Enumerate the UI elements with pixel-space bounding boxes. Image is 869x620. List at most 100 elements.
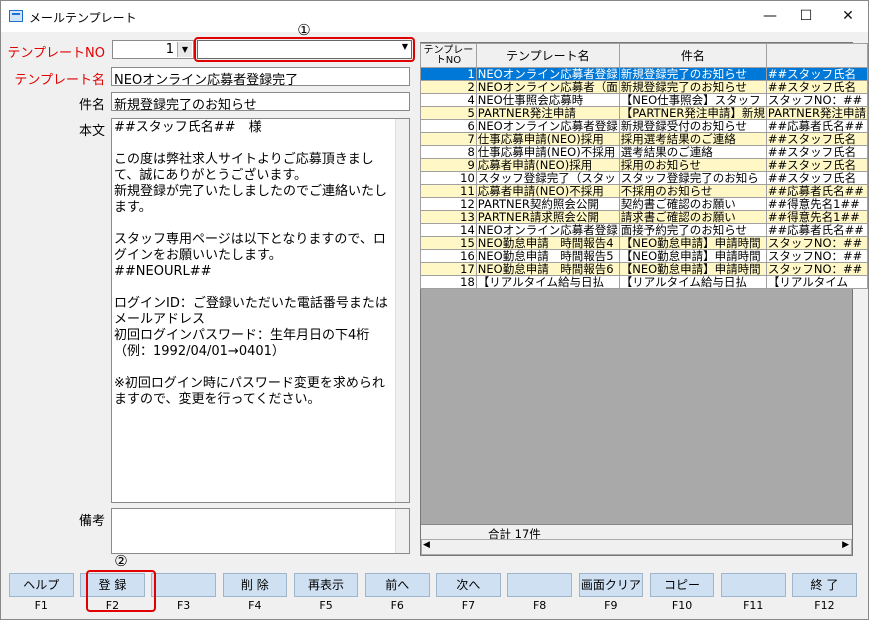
- table-cell: ##スタッフ氏名: [765, 67, 869, 81]
- table-cell: 【NEO仕事照会】スタッフ: [618, 93, 767, 107]
- fkey-label: F10: [671, 599, 693, 612]
- fkey-button-f12[interactable]: 終 了: [792, 573, 857, 597]
- body-scrollbar[interactable]: [395, 119, 409, 502]
- grid-hscrollbar[interactable]: ◀ ▶: [421, 539, 852, 555]
- table-cell: 7: [420, 132, 477, 146]
- close-button[interactable]: ✕: [831, 5, 865, 27]
- table-row[interactable]: 14 NEOオンライン応募者登録 面接予約完了のお知らせ ##応募者氏名##: [420, 223, 869, 237]
- table-cell: 新規登録完了のお知らせ: [618, 67, 767, 81]
- table-cell: 採用のお知らせ: [618, 158, 767, 172]
- table-cell: ##スタッフ氏名: [765, 132, 869, 146]
- col-header-template-no[interactable]: テンプレートNO: [420, 43, 477, 68]
- fkey-button-f10[interactable]: コピー: [649, 573, 715, 597]
- fkey-button-f5[interactable]: 再表示: [293, 573, 359, 597]
- table-cell: 15: [420, 236, 477, 250]
- table-row[interactable]: 2 NEOオンライン応募者（面 新規登録完了のお知らせ ##スタッフ氏名: [420, 80, 869, 94]
- table-cell: ##スタッフ氏名: [765, 80, 869, 94]
- template-table: テンプレートNO テンプレート名 件名 1 NEOオンライン応募者登録 新規登録完了…: [420, 43, 869, 289]
- fkey-label: F6: [390, 599, 404, 612]
- table-row[interactable]: 16 NEO勤怠申請 時間報告5 【NEO勤怠申請】申請時間 スタッフNO：##: [420, 249, 869, 263]
- note-textarea[interactable]: [111, 508, 410, 554]
- table-cell: 9: [420, 158, 477, 172]
- fkey-button-f8[interactable]: [507, 573, 572, 597]
- mail-template-window: メールテンプレート — ☐ ✕ ① テンプレートNO 1 ▼ ▼ テンプレート名…: [0, 0, 869, 620]
- table-cell: 10: [420, 171, 477, 185]
- chevron-down-icon[interactable]: ▼: [177, 42, 192, 57]
- table-cell: 1: [420, 67, 477, 81]
- table-row[interactable]: 6 NEOオンライン応募者登録 新規登録受付のお知らせ ##応募者氏名##: [420, 119, 869, 133]
- table-cell: 【NEO勤怠申請】申請時間: [618, 262, 767, 276]
- table-cell: 【リアルタイム給与日払: [475, 275, 620, 289]
- annotation-2: ②: [114, 552, 128, 570]
- note-scrollbar[interactable]: [395, 509, 409, 553]
- table-row[interactable]: 5 PARTNER発注申請 【PARTNER発注申請】新規 PARTNER発注申請: [420, 106, 869, 120]
- minimize-button[interactable]: —: [753, 5, 787, 27]
- maximize-button[interactable]: ☐: [789, 5, 823, 27]
- fkey-button-f3[interactable]: [151, 573, 216, 597]
- table-row[interactable]: 17 NEO勤怠申請 時間報告6 【NEO勤怠申請】申請時間 スタッフNO：##: [420, 262, 869, 276]
- table-cell: 採用選考結果のご連絡: [618, 132, 767, 146]
- table-cell: NEO勤怠申請 時間報告6: [475, 262, 620, 276]
- table-cell: ##応募者氏名##: [765, 223, 869, 237]
- scroll-left-icon[interactable]: ◀: [423, 540, 430, 550]
- table-row[interactable]: 12 PARTNER契約照会公開 契約書ご確認のお願い ##得意先名1##: [420, 197, 869, 211]
- table-cell: 18: [420, 275, 477, 289]
- table-cell: 新規登録受付のお知らせ: [618, 119, 767, 133]
- fkey-label: F12: [814, 599, 835, 612]
- table-row[interactable]: 18 【リアルタイム給与日払 【リアルタイム給与日払 【リアルタイム: [420, 275, 869, 289]
- table-cell: NEO勤怠申請 時間報告5: [475, 249, 620, 263]
- table-cell: 仕事応募申請(NEO)不採用: [475, 145, 620, 159]
- table-cell: ##スタッフ氏名: [765, 171, 869, 185]
- table-row[interactable]: 13 PARTNER請求照会公開 請求書ご確認のお願い ##得意先名1##: [420, 210, 869, 224]
- fkey-button-f1[interactable]: ヘルプ: [9, 573, 74, 597]
- subject-input[interactable]: 新規登録完了のお知らせ: [111, 92, 410, 111]
- table-cell: 応募者申請(NEO)不採用: [475, 184, 620, 198]
- scroll-right-icon[interactable]: ▶: [842, 540, 849, 550]
- fkey-button-f6[interactable]: 前へ: [365, 573, 430, 597]
- table-cell: 2: [420, 80, 477, 94]
- table-cell: 【NEO勤怠申請】申請時間: [618, 236, 767, 250]
- template-name-input[interactable]: NEOオンライン応募者登録完了: [111, 67, 410, 86]
- grid-total-row: 合計 17件: [421, 524, 852, 541]
- fkey-button-f4[interactable]: 削 除: [222, 573, 288, 597]
- col-header-subject[interactable]: 件名: [618, 43, 767, 68]
- fkey-label: F8: [532, 599, 547, 612]
- table-cell: ##応募者氏名##: [765, 184, 869, 198]
- col-header-extra[interactable]: [765, 43, 869, 68]
- table-cell: 不採用のお知らせ: [618, 184, 767, 198]
- form-area: ① テンプレートNO 1 ▼ ▼ テンプレート名 NEOオンライン応募者登録完了…: [1, 21, 869, 569]
- table-cell: 新規登録完了のお知らせ: [618, 80, 767, 94]
- table-cell: NEOオンライン応募者登録: [475, 223, 620, 237]
- template-no-select[interactable]: 1 ▼: [112, 40, 194, 59]
- table-cell: 面接予約完了のお知らせ: [618, 223, 767, 237]
- table-row[interactable]: 4 NEO仕事照会応募時 【NEO仕事照会】スタッフ スタッフNO：##: [420, 93, 869, 107]
- fkey-button-f7[interactable]: 次へ: [436, 573, 501, 597]
- table-row[interactable]: 8 仕事応募申請(NEO)不採用 選考結果のご連絡 ##スタッフ氏名: [420, 145, 869, 159]
- table-cell: 11: [420, 184, 477, 198]
- fkey-label: F9: [604, 599, 618, 612]
- table-row[interactable]: 15 NEO勤怠申請 時間報告4 【NEO勤怠申請】申請時間 スタッフNO：##: [420, 236, 869, 250]
- table-row[interactable]: 11 応募者申請(NEO)不採用 不採用のお知らせ ##応募者氏名##: [420, 184, 869, 198]
- table-cell: 応募者申請(NEO)採用: [475, 158, 620, 172]
- fkey-label: F1: [34, 599, 48, 612]
- table-cell: 【リアルタイム給与日払: [618, 275, 767, 289]
- col-header-template-name[interactable]: テンプレート名: [475, 43, 620, 68]
- table-row[interactable]: 10 スタッフ登録完了（スタッ スタッフ登録完了のお知ら ##スタッフ氏名: [420, 171, 869, 185]
- table-row[interactable]: 9 応募者申請(NEO)採用 採用のお知らせ ##スタッフ氏名: [420, 158, 869, 172]
- table-cell: スタッフNO：##: [765, 262, 869, 276]
- subject-label: 件名: [78, 98, 105, 113]
- table-cell: PARTNER請求照会公開: [475, 210, 620, 224]
- window-title: メールテンプレート: [29, 11, 137, 25]
- table-cell: 選考結果のご連絡: [618, 145, 767, 159]
- table-cell: NEOオンライン応募者（面: [475, 80, 620, 94]
- table-cell: PARTNER発注申請: [475, 106, 620, 120]
- table-cell: 【PARTNER発注申請】新規: [618, 106, 767, 120]
- fkey-button-f11[interactable]: [721, 573, 786, 597]
- table-cell: 12: [420, 197, 477, 211]
- table-row[interactable]: 1 NEOオンライン応募者登録 新規登録完了のお知らせ ##スタッフ氏名: [420, 67, 869, 81]
- fkey-button-f9[interactable]: 画面クリア: [578, 573, 644, 597]
- table-cell: スタッフNO：##: [765, 93, 869, 107]
- body-textarea[interactable]: ##スタッフ氏名## 様 この度は弊社求人サイトよりご応募頂きまして、誠にありが…: [111, 118, 410, 503]
- table-row[interactable]: 7 仕事応募申請(NEO)採用 採用選考結果のご連絡 ##スタッフ氏名: [420, 132, 869, 146]
- app-icon: [9, 10, 23, 22]
